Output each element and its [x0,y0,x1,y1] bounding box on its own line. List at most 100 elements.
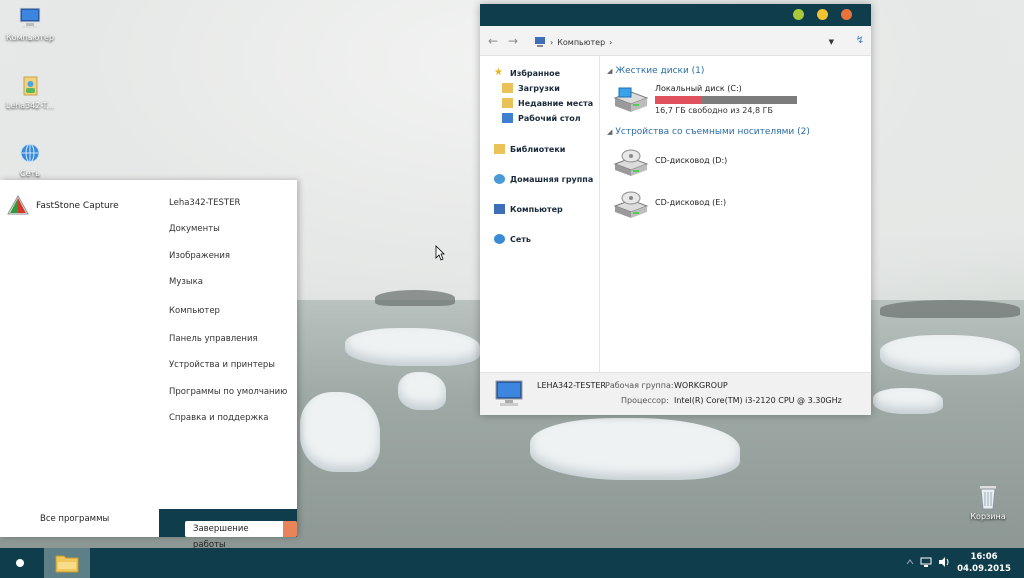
wallpaper-ice [300,392,380,472]
wallpaper-ice [398,372,446,410]
details-computer-name: LEHA342-TESTER [537,381,606,390]
start-link-music[interactable]: Музыка [169,277,203,287]
network-tray-icon[interactable] [920,556,932,568]
faststone-capture-icon [7,194,29,215]
details-pane: LEHA342-TESTER Рабочая группа: WORKGROUP… [480,372,871,415]
user-folder-icon [23,76,38,96]
homegroup-icon [494,174,505,184]
desktop-icon [502,113,513,123]
navigation-pane: ★ Избранное Загрузки Недавние места Рабо… [480,56,600,372]
recycle-bin-icon [980,486,996,510]
drive-d-name: CD-дисковод (D:) [655,156,728,165]
desktop-icon-label: Leha342-T... [5,101,55,110]
desktop-icon-network[interactable]: Сеть [0,142,60,178]
network-globe-icon [494,234,505,244]
start-button[interactable] [16,559,24,567]
network-globe-icon [20,143,40,163]
clock-time: 16:06 [970,552,998,562]
nav-libraries[interactable]: Библиотеки [494,144,565,154]
collapse-triangle-icon: ◢ [607,67,613,75]
refresh-icon[interactable]: ↯ [853,34,867,48]
explorer-toolbar: ← → › Компьютер › ▼ ↯ [480,26,871,56]
maximize-button[interactable] [817,9,828,20]
recent-places-icon [502,98,513,108]
start-link-help-support[interactable]: Справка и поддержка [169,413,269,423]
details-workgroup-value: WORKGROUP [674,381,728,390]
nav-label: Домашняя группа [510,174,594,184]
folder-icon [55,555,79,573]
shutdown-options-button[interactable] [282,521,297,537]
nav-desktop[interactable]: Рабочий стол [502,113,581,123]
all-programs-link[interactable]: Все программы [40,514,109,524]
mouse-cursor-icon [435,245,445,261]
wallpaper-rock [880,300,1020,318]
group-label: Жесткие диски (1) [615,66,705,76]
desktop-icon-recycle-bin[interactable]: Корзина [962,484,1014,521]
start-link-computer[interactable]: Компьютер [169,306,220,316]
volume-icon[interactable] [938,556,950,568]
cd-drive-icon [613,149,649,176]
start-link-default-programs[interactable]: Программы по умолчанию [169,387,287,397]
taskbar-clock[interactable]: 16:06 04.09.2015 [952,551,1016,575]
start-link-control-panel[interactable]: Панель управления [169,334,258,344]
drive-c-usage-bar [655,96,797,104]
address-history-dropdown[interactable]: ▼ [829,38,834,46]
close-button[interactable] [841,9,852,20]
start-menu: FastStone Capture Все программы Leha342-… [0,180,297,550]
nav-computer[interactable]: Компьютер [494,204,563,214]
wallpaper-ice [873,388,943,414]
nav-favorites[interactable]: ★ Избранное [494,68,560,78]
nav-label: Рабочий стол [518,113,581,123]
start-link-user[interactable]: Leha342-TESTER [169,198,240,208]
nav-network[interactable]: Сеть [494,234,531,244]
nav-label: Сеть [510,234,531,244]
nav-homegroup[interactable]: Домашняя группа [494,174,593,184]
start-menu-programs-pane: FastStone Capture Все программы [0,180,159,537]
tray-expand-icon[interactable] [904,556,916,568]
details-workgroup-label: Рабочая группа: [605,381,674,390]
forward-button[interactable]: → [504,34,522,48]
nav-label: Избранное [510,68,561,78]
start-link-pictures[interactable]: Изображения [169,251,230,261]
nav-label: Загрузки [518,83,560,93]
desktop-icon-label: Компьютер [6,33,54,42]
downloads-folder-icon [502,83,513,93]
cd-drive-icon [613,191,649,218]
minimize-button[interactable] [793,9,804,20]
star-icon: ★ [494,67,503,78]
address-bar[interactable]: › Компьютер › ▼ [534,34,850,50]
nav-downloads[interactable]: Загрузки [502,83,560,93]
start-menu-item-faststone-capture[interactable]: FastStone Capture [6,194,119,218]
window-titlebar[interactable] [480,4,871,26]
wallpaper-ice [345,328,480,366]
group-label: Устройства со съемными носителями (2) [615,127,810,137]
start-link-documents[interactable]: Документы [169,224,220,234]
address-segment-computer[interactable]: Компьютер [557,38,605,47]
nav-label: Недавние места [518,98,594,108]
group-removable[interactable]: ◢ Устройства со съемными носителями (2) [607,127,810,137]
drive-e[interactable]: CD-дисковод (E:) [613,190,726,220]
drive-c-free-text: 16,7 ГБ свободно из 24,8 ГБ [655,106,774,115]
pinned-app-label: FastStone Capture [36,201,119,211]
taskbar-explorer-button[interactable] [44,548,90,578]
nav-recent-places[interactable]: Недавние места [502,98,593,108]
computer-icon [495,380,523,406]
start-link-devices-printers[interactable]: Устройства и принтеры [169,360,275,370]
desktop-icon-user-folder[interactable]: Leha342-T... [0,74,60,110]
nav-label: Компьютер [510,204,563,214]
desktop-icon-computer[interactable]: Компьютер [0,6,60,42]
drive-c[interactable]: Локальный диск (C:) 16,7 ГБ свободно из … [613,84,797,115]
group-hard-disks[interactable]: ◢ Жесткие диски (1) [607,66,704,76]
taskbar: 16:06 04.09.2015 [0,548,1024,578]
details-cpu-value: Intel(R) Core(TM) i3-2120 CPU @ 3.30GHz [674,396,842,405]
back-button[interactable]: ← [484,34,502,48]
start-menu-places-pane: Leha342-TESTER Документы Изображения Муз… [159,180,297,537]
computer-icon [494,204,505,214]
drive-d[interactable]: CD-дисковод (D:) [613,148,727,178]
collapse-triangle-icon: ◢ [607,128,613,136]
content-pane: ◢ Жесткие диски (1) Локальный диск (C:) 1… [601,56,871,372]
shutdown-button[interactable]: Завершение работы [185,521,283,550]
details-cpu-label: Процессор: [621,396,669,405]
desktop-icon-label: Корзина [970,512,1006,521]
desktop-icon-label: Сеть [20,169,40,178]
